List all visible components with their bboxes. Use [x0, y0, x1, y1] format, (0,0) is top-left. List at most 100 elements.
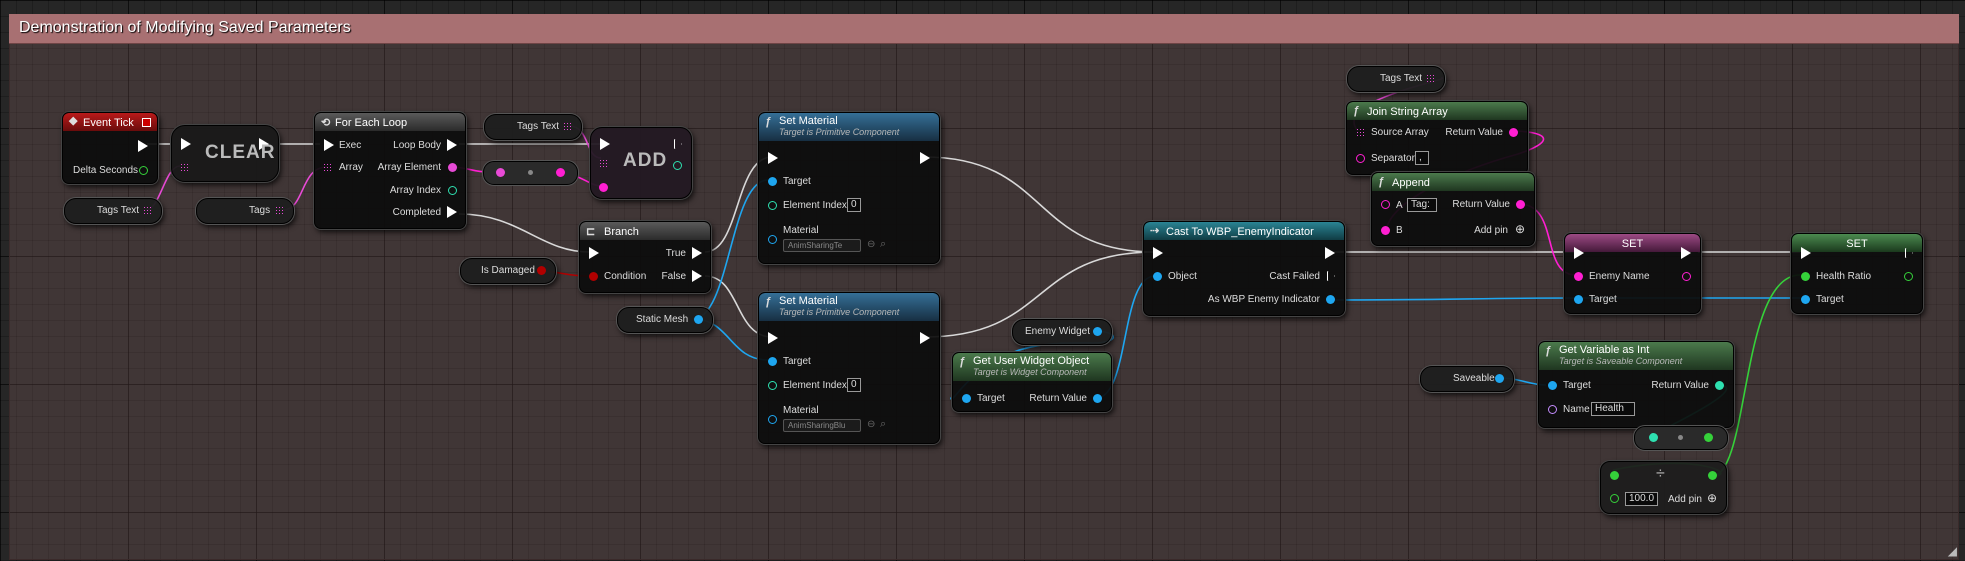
set-health-ratio-target-pin[interactable]	[1801, 295, 1810, 304]
for-each-array-element-pin[interactable]	[448, 163, 457, 172]
set-health-ratio-header[interactable]: SET	[1792, 234, 1922, 252]
for-each-header[interactable]: ⟲ For Each Loop	[315, 113, 465, 131]
branch-exec-in-pin[interactable]	[589, 247, 599, 259]
get-variable-int-name-field[interactable]: Health	[1591, 402, 1635, 416]
array-element-reroute-node[interactable]	[483, 161, 578, 185]
cast-as-wbp-pin[interactable]	[1326, 295, 1335, 304]
branch-node[interactable]: ⊏ Branch Condition True False	[579, 221, 711, 293]
set-material-node-2[interactable]: ƒ Set Material Target is Primitive Compo…	[758, 292, 940, 444]
cast-header[interactable]: ⇢ Cast To WBP_EnemyIndicator	[1144, 222, 1344, 240]
set-material-2-element-index-pin[interactable]	[768, 381, 777, 390]
tags-text-2-out-pin[interactable]	[563, 122, 572, 131]
for-each-loop-body-pin[interactable]	[447, 139, 457, 151]
tags-text-variable-2[interactable]: Tags Text	[484, 114, 582, 140]
append-header[interactable]: ƒ Append	[1372, 173, 1534, 191]
for-each-completed-pin[interactable]	[447, 206, 457, 218]
append-node[interactable]: ƒ Append A Tag: Return Value B Add pin ⊕	[1371, 172, 1535, 246]
clear-exec-in-pin[interactable]	[181, 138, 191, 150]
get-user-widget-header[interactable]: ƒ Get User Widget Object Target is Widge…	[953, 353, 1111, 381]
set-health-ratio-out-pin[interactable]	[1904, 272, 1913, 281]
set-material-2-header[interactable]: ƒ Set Material Target is Primitive Compo…	[759, 293, 939, 321]
conversion-out-pin[interactable]	[1704, 433, 1713, 442]
set-material-2-material-dropdown[interactable]: AnimSharingBlu	[783, 419, 861, 432]
join-string-array-node[interactable]: ƒ Join String Array Source Array Return …	[1346, 101, 1528, 175]
cast-object-pin[interactable]	[1153, 272, 1162, 281]
add-return-index-pin[interactable]	[673, 161, 682, 170]
event-tick-exec-out-pin[interactable]	[138, 140, 148, 152]
reroute-out-pin[interactable]	[556, 168, 565, 177]
set-material-1-header[interactable]: ƒ Set Material Target is Primitive Compo…	[759, 113, 939, 141]
set-material-1-exec-in-pin[interactable]	[768, 152, 778, 164]
join-string-separator-pin[interactable]	[1356, 154, 1365, 163]
divide-b-field[interactable]: 100.0	[1625, 492, 1659, 506]
enemy-widget-out-pin[interactable]	[1093, 327, 1102, 336]
saveable-out-pin[interactable]	[1495, 374, 1504, 383]
set-enemy-name-out-pin[interactable]	[1682, 272, 1691, 281]
join-string-separator-field[interactable]: ,	[1415, 151, 1429, 165]
cast-exec-in-pin[interactable]	[1153, 247, 1163, 259]
set-material-node-1[interactable]: ƒ Set Material Target is Primitive Compo…	[758, 112, 940, 264]
plus-circle-icon[interactable]: ⊕	[1515, 222, 1525, 236]
for-each-array-index-pin[interactable]	[448, 186, 457, 195]
resize-grip-icon[interactable]: ◢	[1948, 544, 1957, 558]
saveable-variable[interactable]: Saveable	[1420, 366, 1514, 392]
set-enemy-name-value-pin[interactable]	[1574, 272, 1583, 281]
set-material-1-element-index-field[interactable]: 0	[847, 198, 861, 212]
set-material-1-material-dropdown[interactable]: AnimSharingTe	[783, 239, 861, 252]
append-add-pin-label[interactable]: Add pin	[1474, 225, 1508, 236]
add-new-item-pin[interactable]	[599, 183, 608, 192]
divide-add-pin-label[interactable]: Add pin	[1668, 494, 1702, 505]
divide-out-pin[interactable]	[1708, 471, 1717, 480]
add-array-node[interactable]: ADD	[590, 127, 692, 199]
get-user-widget-target-pin[interactable]	[962, 394, 971, 403]
for-each-exec-in-pin[interactable]	[324, 139, 334, 151]
set-health-ratio-exec-in-pin[interactable]	[1801, 247, 1811, 259]
set-enemy-name-header[interactable]: SET	[1565, 234, 1700, 252]
get-user-widget-return-pin[interactable]	[1093, 394, 1102, 403]
is-damaged-variable[interactable]: Is Damaged	[460, 258, 556, 284]
for-each-array-pin[interactable]	[323, 163, 332, 172]
tags-text-variable-1[interactable]: Tags Text	[64, 198, 162, 224]
set-material-2-target-pin[interactable]	[768, 357, 777, 366]
cast-failed-pin[interactable]	[1327, 271, 1335, 281]
event-tick-delegate-pin[interactable]	[142, 118, 151, 127]
set-enemy-name-exec-in-pin[interactable]	[1574, 247, 1584, 259]
is-damaged-out-pin[interactable]	[537, 266, 546, 275]
branch-header[interactable]: ⊏ Branch	[580, 222, 710, 240]
static-mesh-variable[interactable]: Static Mesh	[617, 307, 713, 333]
enemy-widget-variable[interactable]: Enemy Widget	[1012, 319, 1112, 345]
divide-b-pin[interactable]	[1610, 494, 1619, 503]
set-material-1-material-pin[interactable]	[768, 235, 777, 244]
add-exec-in-pin[interactable]	[600, 138, 610, 150]
set-health-ratio-value-pin[interactable]	[1801, 272, 1810, 281]
get-variable-as-int-node[interactable]: ƒ Get Variable as Int Target is Saveable…	[1538, 341, 1734, 428]
set-material-2-exec-out-pin[interactable]	[920, 332, 930, 344]
set-enemy-name-target-pin[interactable]	[1574, 295, 1583, 304]
magnifier-icon[interactable]: ⌕	[880, 238, 886, 251]
append-a-field[interactable]: Tag:	[1407, 198, 1437, 212]
set-material-2-material-pin[interactable]	[768, 415, 777, 424]
conversion-in-pin[interactable]	[1649, 433, 1658, 442]
int-to-float-conversion-node[interactable]	[1634, 426, 1728, 450]
get-variable-int-target-pin[interactable]	[1548, 381, 1557, 390]
get-user-widget-object-node[interactable]: ƒ Get User Widget Object Target is Widge…	[952, 352, 1112, 412]
static-mesh-out-pin[interactable]	[694, 315, 703, 324]
set-health-ratio-node[interactable]: SET Health Ratio Target	[1791, 233, 1923, 314]
append-return-pin[interactable]	[1516, 200, 1525, 209]
cast-exec-out-pin[interactable]	[1325, 247, 1335, 259]
set-material-2-exec-in-pin[interactable]	[768, 332, 778, 344]
get-variable-int-return-pin[interactable]	[1715, 381, 1724, 390]
reroute-in-pin[interactable]	[496, 168, 505, 177]
tags-text-1-out-pin[interactable]	[143, 206, 152, 215]
set-material-2-element-index-field[interactable]: 0	[847, 378, 861, 392]
reset-arrow-icon[interactable]: ⊖	[867, 239, 875, 250]
join-string-header[interactable]: ƒ Join String Array	[1347, 102, 1527, 120]
set-enemy-name-node[interactable]: SET Enemy Name Target	[1564, 233, 1701, 314]
tags-text-3-out-pin[interactable]	[1426, 74, 1435, 83]
clear-array-node[interactable]: CLEAR	[171, 125, 279, 182]
branch-false-pin[interactable]	[692, 270, 702, 282]
cast-to-wbp-enemy-indicator-node[interactable]: ⇢ Cast To WBP_EnemyIndicator Object Cast…	[1143, 221, 1345, 316]
set-enemy-name-exec-out-pin[interactable]	[1681, 247, 1691, 259]
tags-text-variable-3[interactable]: Tags Text	[1347, 66, 1445, 92]
tags-out-pin[interactable]	[275, 206, 284, 215]
